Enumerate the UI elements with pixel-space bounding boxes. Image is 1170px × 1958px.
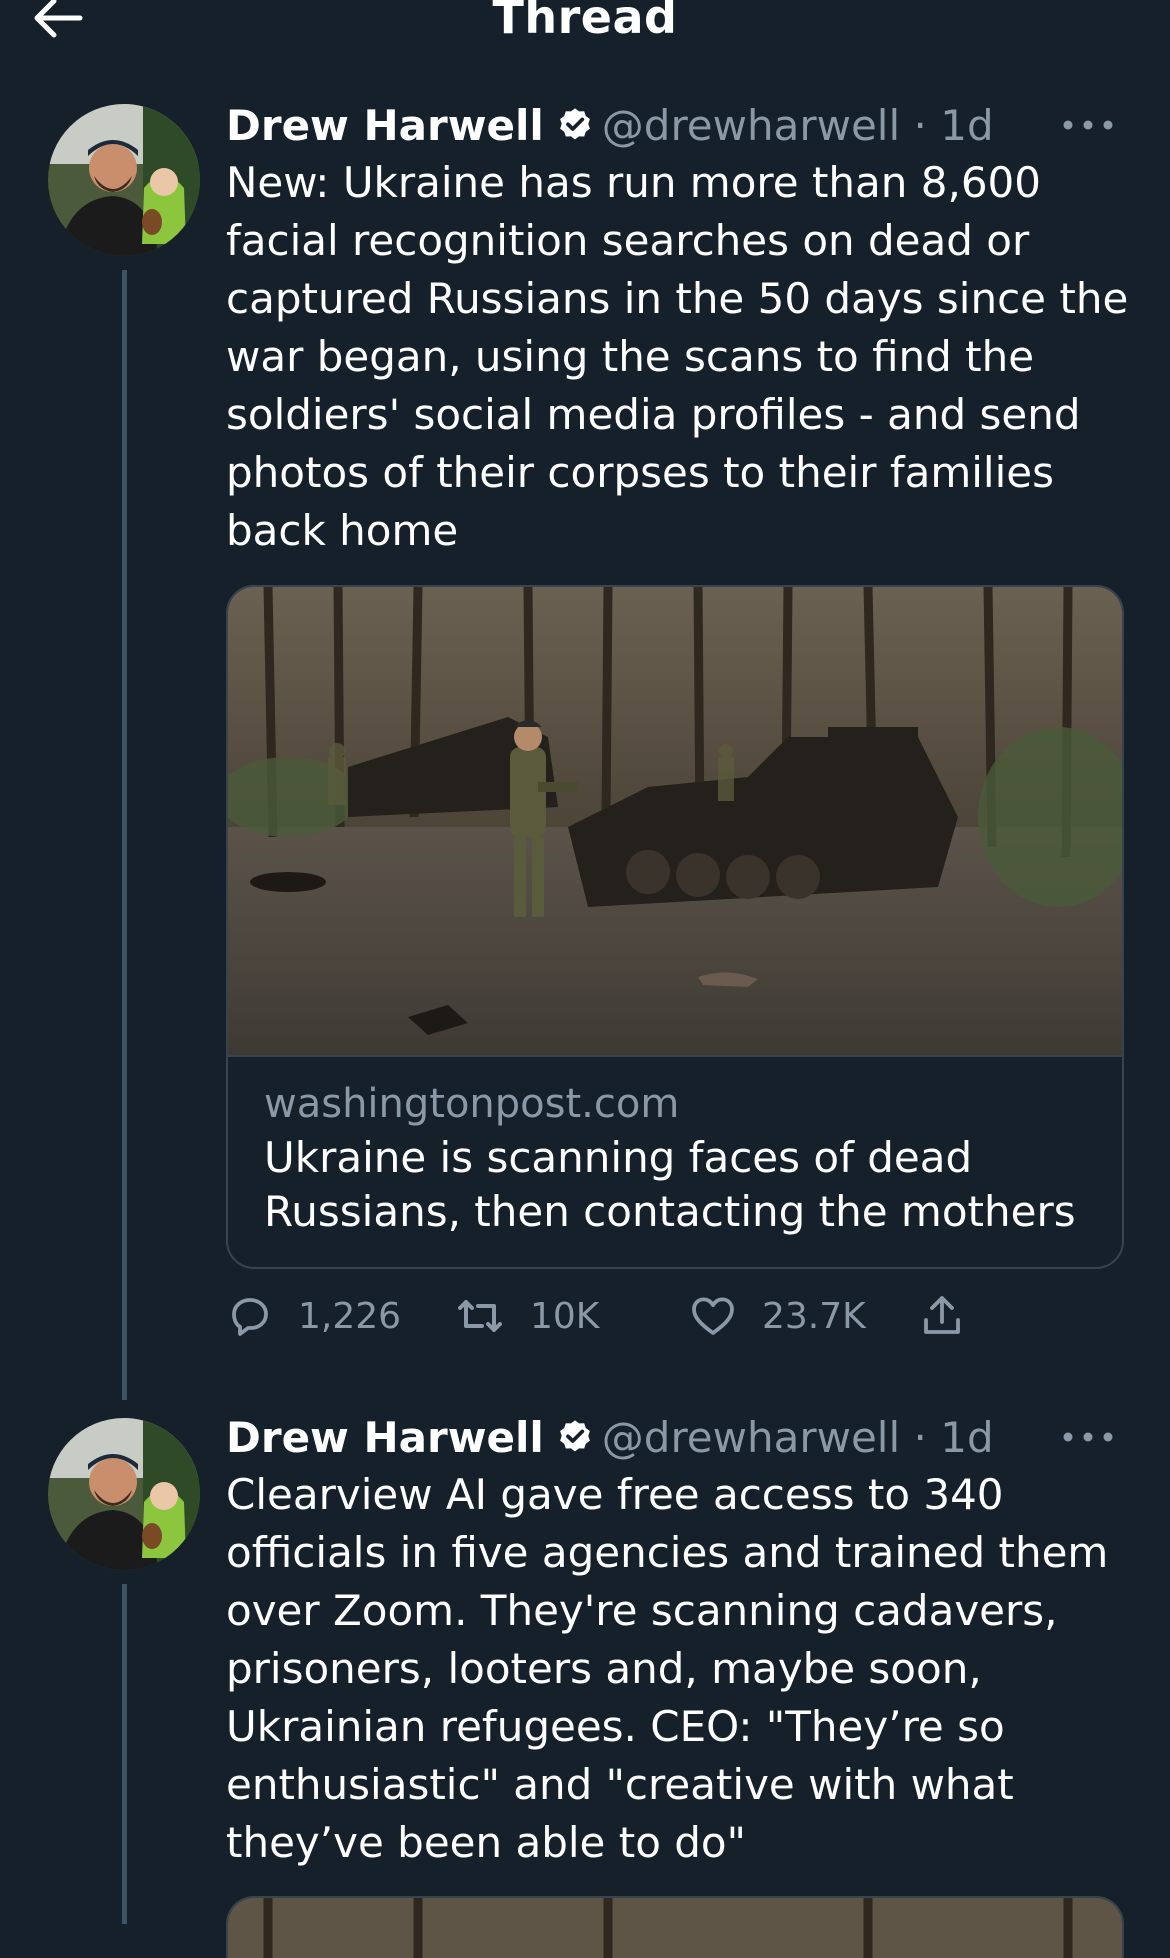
like-count: 23.7K: [762, 1295, 866, 1337]
retweet-icon: [458, 1300, 502, 1332]
verified-badge-icon: [559, 108, 590, 140]
article-title: Ukraine is scanning faces of dead Russia…: [264, 1133, 1076, 1236]
verified-badge-icon: [559, 1420, 590, 1452]
retweet-button[interactable]: 10K: [454, 1286, 599, 1346]
author-name[interactable]: Drew Harwell: [226, 101, 544, 150]
more-options-button[interactable]: [1058, 110, 1118, 140]
top-bar: Thread: [0, 0, 1170, 60]
heart-icon: [692, 1297, 734, 1335]
avatar[interactable]: [48, 104, 200, 256]
share-icon: [924, 1296, 960, 1334]
thread-line: [122, 270, 127, 1400]
thread-line: [122, 1584, 127, 1924]
share-button[interactable]: [918, 1286, 966, 1346]
timestamp[interactable]: 1d: [940, 101, 993, 150]
author-handle[interactable]: @drewharwell: [602, 1413, 900, 1462]
tweet-header: Drew Harwell @drewharwell · 1d: [226, 100, 994, 152]
more-dots-icon: [1063, 1432, 1113, 1442]
tweet-header: Drew Harwell @drewharwell · 1d: [226, 1412, 994, 1464]
tweet: Drew Harwell @drewharwell · 1d Clearview …: [0, 1412, 1170, 1924]
like-button[interactable]: 23.7K: [688, 1286, 866, 1346]
timestamp[interactable]: 1d: [940, 1413, 993, 1462]
page-title: Thread: [492, 0, 678, 44]
reply-icon: [232, 1298, 268, 1336]
article-image: [228, 587, 1122, 1055]
more-options-button[interactable]: [1058, 1422, 1118, 1452]
link-card[interactable]: [226, 1896, 1124, 1958]
separator: ·: [913, 101, 927, 150]
author-handle[interactable]: @drewharwell: [602, 101, 900, 150]
tweet-text: Clearview AI gave free access to 340 off…: [226, 1470, 1109, 1867]
author-name[interactable]: Drew Harwell: [226, 1413, 544, 1462]
separator: ·: [913, 1413, 927, 1462]
tweet: Drew Harwell @drewharwell · 1d New: Ukrai…: [0, 100, 1170, 1400]
tweet-text: New: Ukraine has run more than 8,600 fac…: [226, 158, 1129, 555]
link-card[interactable]: washingtonpost.com Ukraine is scanning f…: [226, 585, 1124, 1269]
article-image: [228, 1898, 1122, 1958]
card-divider: [228, 1055, 1122, 1057]
avatar[interactable]: [48, 1418, 200, 1570]
reply-count: 1,226: [298, 1295, 402, 1337]
article-domain: washingtonpost.com: [264, 1081, 680, 1127]
tweet-actions: 1,226 10K 23.7K: [226, 1286, 1126, 1346]
retweet-count: 10K: [530, 1295, 600, 1337]
more-dots-icon: [1063, 120, 1113, 130]
reply-button[interactable]: 1,226: [226, 1286, 401, 1346]
